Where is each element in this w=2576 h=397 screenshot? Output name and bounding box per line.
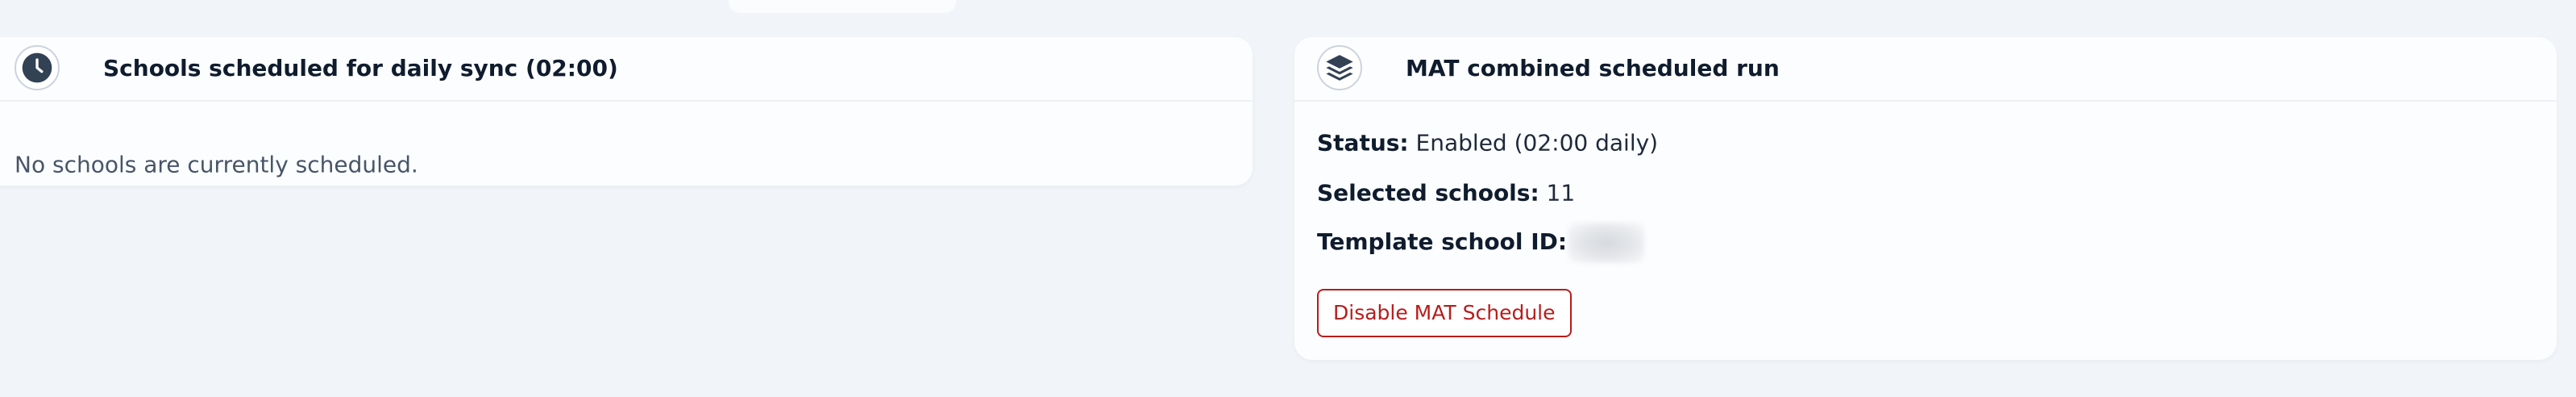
daily-sync-card-header: Schools scheduled for daily sync (02:00): [0, 37, 1253, 102]
template-school-row: Template school ID:: [1317, 223, 1645, 263]
daily-sync-card-title: Schools scheduled for daily sync (02:00): [103, 55, 618, 81]
top-tab-fragment: [729, 0, 956, 13]
clock-icon-badge: [15, 45, 60, 90]
disable-mat-schedule-button[interactable]: Disable MAT Schedule: [1317, 289, 1572, 337]
mat-run-card: MAT combined scheduled run Status: Enabl…: [1294, 37, 2557, 360]
selected-schools-label: Selected schools:: [1317, 179, 1539, 207]
layers-icon-badge: [1317, 45, 1362, 90]
template-school-label: Template school ID:: [1317, 228, 1568, 255]
status-label: Status:: [1317, 129, 1409, 157]
status-row: Status: Enabled (02:00 daily): [1317, 130, 1658, 157]
no-schools-message: No schools are currently scheduled.: [15, 151, 418, 178]
selected-schools-value: 11: [1546, 179, 1576, 207]
daily-sync-card: Schools scheduled for daily sync (02:00)…: [0, 37, 1253, 186]
redacted-template-id: [1568, 223, 1645, 263]
mat-run-card-title: MAT combined scheduled run: [1406, 55, 1780, 81]
selected-schools-row: Selected schools: 11: [1317, 180, 1575, 207]
layers-icon: [1326, 55, 1353, 81]
mat-run-card-header: MAT combined scheduled run: [1294, 37, 2557, 102]
status-value: Enabled (02:00 daily): [1415, 129, 1659, 157]
clock-icon: [22, 52, 52, 83]
